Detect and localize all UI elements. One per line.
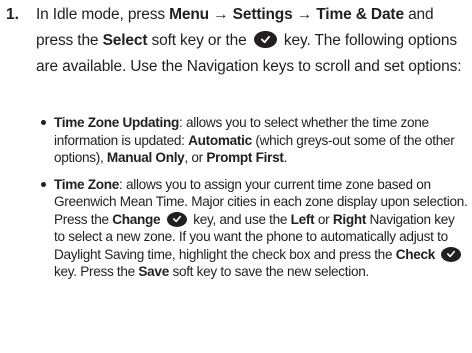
option-text: . [283, 150, 288, 165]
option-time-zone-updating: Time Zone Updating: allows you to select… [38, 114, 468, 167]
option-text: key, and use the [189, 211, 291, 227]
ok-key-glyph [447, 250, 456, 257]
step-text-part: soft key or the [147, 32, 251, 49]
option-text: soft key to save the new selection. [168, 264, 369, 279]
bullet-icon [41, 181, 46, 187]
option-text: key. Press the [54, 264, 139, 279]
ok-key-glyph [172, 215, 181, 222]
bullet-icon [41, 120, 46, 125]
left-key-label: Left [290, 211, 315, 227]
option-term: Time Zone Updating [54, 115, 180, 130]
step-text: In Idle mode, press Menu → Settings → Ti… [36, 2, 468, 80]
option-text: or [314, 211, 333, 227]
ok-key-glyph [260, 35, 270, 44]
ok-key-icon [253, 31, 277, 48]
option-value-prompt-first: Prompt First [206, 150, 284, 165]
option-list: Time Zone Updating: allows you to select… [38, 114, 468, 290]
step-number: 1. [6, 6, 19, 23]
change-key-label: Change [112, 211, 161, 227]
manual-page: 1. In Idle mode, press Menu → Settings →… [0, 0, 472, 353]
save-key-label: Save [138, 264, 169, 279]
option-time-zone: Time Zone: allows you to assign your cur… [38, 176, 468, 281]
option-value-manual-only: Manual Only [106, 150, 185, 165]
select-soft-key-label: Select [102, 32, 148, 49]
right-key-label: Right [332, 211, 367, 227]
option-term: Time Zone [54, 176, 120, 192]
menu-path: Menu → Settings → Time & Date [169, 6, 404, 23]
option-text: , or [184, 150, 207, 165]
option-value-automatic: Automatic [188, 132, 252, 148]
check-key-label: Check [395, 246, 436, 262]
step-text-part: In Idle mode, press [36, 6, 170, 23]
ok-key-icon [441, 246, 462, 262]
ok-key-icon [166, 211, 187, 227]
